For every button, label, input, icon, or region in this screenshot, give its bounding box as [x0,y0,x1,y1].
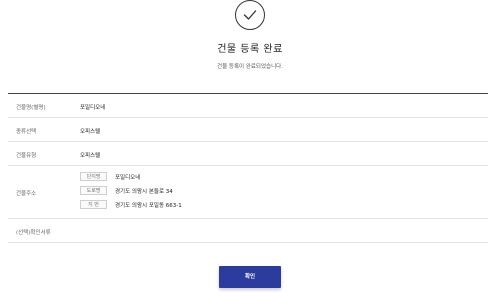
address-complex-line: 단지명 포일디오네 [80,172,140,181]
address-label: 건물주소 [16,191,37,197]
type-select-value: 오피스텔 [80,129,101,135]
address-row: 건물주소 단지명 포일디오네 도로명 경기도 의왕시 본들로 34 지 번 경기… [8,166,488,219]
building-name-row: 건물명(별명) 포일디오네 [8,94,488,118]
confirm-button[interactable]: 확인 [219,266,281,288]
type-select-label: 종류선택 [16,129,37,135]
address-lot-line: 지 번 경기도 의왕시 포일동 663-1 [80,200,182,209]
building-name-label: 건물명(별명) [16,105,46,111]
check-circle-icon [235,0,265,30]
building-details-table: 건물명(별명) 포일디오네 종류선택 오피스텔 건물유형 오피스텔 건물주소 단… [8,93,488,243]
road-badge: 도로명 [80,186,107,195]
address-road-line: 도로명 경기도 의왕시 본들로 34 [80,186,173,195]
type-select-row: 종류선택 오피스텔 [8,118,488,142]
building-type-row: 건물유형 오피스텔 [8,142,488,166]
road-value: 경기도 의왕시 본들로 34 [115,188,173,195]
lot-value: 경기도 의왕시 포일동 663-1 [115,202,182,209]
optional-docs-label: (선택)확인서류 [16,230,51,236]
building-type-label: 건물유형 [16,153,37,159]
optional-docs-row: (선택)확인서류 [8,219,488,243]
page-title: 건물 등록 완료 [217,44,283,55]
building-name-value: 포일디오네 [80,105,106,111]
lot-badge: 지 번 [80,200,107,209]
page-subtitle: 건물 등록이 완료되었습니다. [217,64,283,70]
building-type-value: 오피스텔 [80,153,101,159]
complex-value: 포일디오네 [115,174,141,181]
complex-badge: 단지명 [80,172,107,181]
